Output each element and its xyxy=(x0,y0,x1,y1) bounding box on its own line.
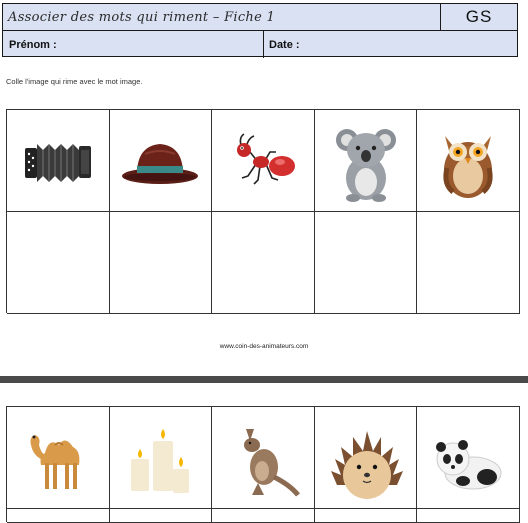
instruction-text: Colle l'image qui rime avec le mot image… xyxy=(6,77,143,86)
ant-icon xyxy=(236,132,295,185)
hat-icon xyxy=(122,143,199,184)
image-cell xyxy=(314,407,418,509)
answer-cell[interactable] xyxy=(212,509,315,523)
answer-cell[interactable] xyxy=(7,212,110,314)
image-cell xyxy=(7,110,110,212)
panda-icon xyxy=(436,439,502,489)
prenom-field[interactable]: Prénom : xyxy=(3,31,264,58)
image-cell xyxy=(417,110,520,212)
worksheet-title: Associer des mots qui riment – Fiche 1 xyxy=(3,4,441,30)
kangaroo-icon xyxy=(243,428,300,497)
image-cell xyxy=(314,110,418,212)
worksheet-header: Associer des mots qui riment – Fiche 1 G… xyxy=(2,3,518,58)
header-title-row: Associer des mots qui riment – Fiche 1 G… xyxy=(3,4,517,31)
header-info-row: Prénom : Date : xyxy=(3,31,517,58)
rhyme-grid-2 xyxy=(6,406,520,523)
answer-cell[interactable] xyxy=(109,509,213,523)
image-cell xyxy=(212,407,315,509)
date-field[interactable]: Date : xyxy=(264,31,517,58)
level-label: GS xyxy=(465,7,493,26)
answer-cell[interactable] xyxy=(109,212,213,314)
image-cell xyxy=(7,407,110,509)
answer-cell[interactable] xyxy=(417,509,520,523)
image-cell xyxy=(417,407,520,509)
koala-icon xyxy=(335,128,396,202)
image-cell xyxy=(212,110,315,212)
page-separator xyxy=(0,376,528,383)
answer-cell[interactable] xyxy=(314,212,418,314)
image-cell xyxy=(109,407,213,509)
answer-cell[interactable] xyxy=(314,509,418,523)
answer-cell[interactable] xyxy=(417,212,520,314)
hedgehog-icon xyxy=(330,430,403,499)
accordion-icon xyxy=(24,143,91,182)
candles-icon xyxy=(131,428,190,493)
camel-icon xyxy=(30,434,80,489)
owl-icon xyxy=(443,135,493,198)
answer-cell[interactable] xyxy=(7,509,110,523)
answer-cell[interactable] xyxy=(212,212,315,314)
rhyme-grid-1 xyxy=(6,109,520,314)
website-footer: www.coin-des-animateurs.com xyxy=(219,343,309,350)
image-cell xyxy=(109,110,213,212)
